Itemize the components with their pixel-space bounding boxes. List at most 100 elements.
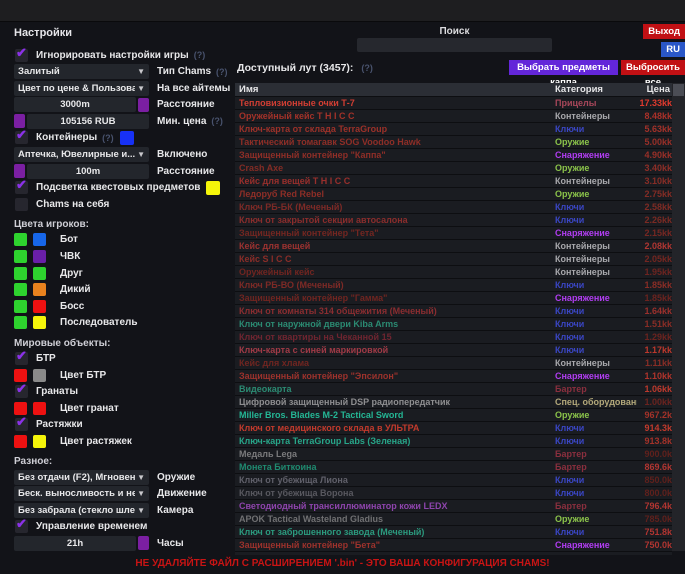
dropdown[interactable]: Без отдачи (F2), Мгновенное п▼ [14,470,149,485]
table-row[interactable]: Защищенный контейнер "Каппа"Снаряжение4.… [235,148,672,161]
table-row[interactable]: Ключ РБ-ВО (Меченый)Ключи1.85kk [235,278,672,291]
color-swatch[interactable] [14,250,27,263]
color-swatch[interactable] [138,98,149,112]
color-swatch[interactable] [206,181,220,195]
settings-row: 3000mРасстояние [14,98,230,112]
color-swatch[interactable] [33,233,46,246]
table-row[interactable]: Кейс S I C CКонтейнеры2.05kk [235,252,672,265]
table-row[interactable]: Кейс для вещей T H I C CКонтейнеры3.10kk [235,174,672,187]
checkbox[interactable] [15,181,28,194]
table-row[interactable]: Светодиодный трансиллюминатор кожи LEDXБ… [235,499,672,512]
checkbox[interactable] [15,352,28,365]
dropdown[interactable]: Беск. выносливость и нет уста▼ [14,486,149,501]
table-row[interactable]: Ключ от убежища ВоронаКлючи800.0k [235,486,672,499]
table-row[interactable]: Защищенный контейнер "Тета"Снаряжение2.1… [235,226,672,239]
checkbox[interactable] [15,198,28,211]
item-name: Crash Axe [235,163,555,173]
item-price: 2.26kk [637,215,672,225]
table-row[interactable]: Ключ-карта TerraGroup Labs (Зеленая)Ключ… [235,434,672,447]
color-swatch[interactable] [33,435,46,448]
table-row[interactable]: Ключ от квартиры на Чеканной 15Ключи1.29… [235,330,672,343]
color-swatch[interactable] [14,316,27,329]
table-row[interactable]: Ключ от комнаты 314 общежития (Меченый)К… [235,304,672,317]
table-row[interactable]: Ключ РБ-БК (Меченый)Ключи2.58kk [235,200,672,213]
table-scrollbar[interactable] [672,83,685,551]
drop-all-button[interactable]: Выбросить все [621,60,685,75]
color-swatch[interactable] [14,369,27,382]
color-swatch[interactable] [33,369,46,382]
table-row[interactable]: Медаль LegaБартер900.0k [235,447,672,460]
color-swatch[interactable] [33,316,46,329]
table-row[interactable]: Защищенный контейнер "Гамма"Снаряжение1.… [235,291,672,304]
column-category[interactable]: Категория [555,84,637,95]
language-button[interactable]: RU [661,42,685,57]
text-input[interactable]: 105156 RUB [27,114,149,129]
text-input[interactable]: 21h [14,536,136,551]
color-swatch[interactable] [14,233,27,246]
table-row[interactable]: Ключ от закрытой секции автосалонаКлючи2… [235,213,672,226]
table-row[interactable]: Защищенный контейнер "Эпсилон"Снаряжение… [235,369,672,382]
input-group: 105156 RUB [14,114,149,129]
table-row[interactable]: Ключ от заброшенного завода (Меченый)Клю… [235,525,672,538]
color-swatch[interactable] [120,131,134,145]
checkbox[interactable] [15,385,28,398]
color-swatch[interactable] [14,114,25,128]
color-swatch[interactable] [14,300,27,313]
table-row[interactable]: Ключ-карта с синей маркировкойКлючи1.17k… [235,343,672,356]
table-row[interactable]: Кейс для хламаКонтейнеры1.11kk [235,356,672,369]
table-row[interactable]: Оружейный кейсКонтейнеры1.95kk [235,265,672,278]
table-row[interactable]: Ключ от убежища ЛионаКлючи850.0k [235,473,672,486]
table-row[interactable]: Miller Bros. Blades M-2 Tactical SwordОр… [235,408,672,421]
dropdown[interactable]: Без забрала (стекло шлема)▼ [14,503,149,518]
select-kappa-items-button[interactable]: Выбрать предметы каппа [509,60,618,75]
text-input[interactable]: 100m [27,164,149,179]
table-row[interactable]: Кейс для вещейКонтейнеры2.08kk [235,239,672,252]
table-row[interactable]: Монета БиткоинаБартер869.6k [235,460,672,473]
dropdown[interactable]: Залитый▼ [14,64,149,79]
color-swatch[interactable] [33,250,46,263]
table-row[interactable]: Защищенный контейнер "Бета"Снаряжение750… [235,538,672,551]
table-row[interactable]: Ледоруб Red RebelОружие2.75kk [235,187,672,200]
table-row[interactable]: Тактический томагавк SOG Voodoo HawkОруж… [235,135,672,148]
table-row[interactable]: APOK Tactical Wasteland GladiusОружие785… [235,512,672,525]
column-price[interactable]: Цена [637,84,672,95]
table-row[interactable]: Ключ-карта от склада TerraGroupКлючи5.63… [235,122,672,135]
text-input[interactable]: 3000m [14,97,136,112]
table-row[interactable]: Ключ от наружной двери Kiba ArmsКлючи1.5… [235,317,672,330]
color-swatch[interactable] [33,300,46,313]
color-swatch[interactable] [14,402,27,415]
item-price: 1.95kk [637,267,672,277]
item-name: Ключ-карта с синей маркировкой [235,345,555,355]
color-swatch[interactable] [14,164,25,178]
search-input[interactable] [357,38,552,52]
dropdown[interactable]: Аптечка, Ювелирные и...▼ [14,147,149,162]
color-swatch[interactable] [14,267,27,280]
item-name: Ключ от убежища Ворона [235,488,555,498]
table-row[interactable]: Crash AxeОружие3.40kk [235,161,672,174]
color-swatch[interactable] [33,267,46,280]
color-swatch[interactable] [14,283,27,296]
dropdown-label: Камера [157,505,193,516]
exit-button[interactable]: Выход [643,24,685,39]
scrollbar-thumb[interactable] [673,84,684,96]
settings-row: Игнорировать настройки игры(?) [14,48,230,62]
color-label: Последователь [60,317,138,328]
color-swatch[interactable] [138,536,149,550]
checkbox[interactable] [15,520,28,533]
checkbox[interactable] [15,418,28,431]
color-swatch[interactable] [14,435,27,448]
item-price: 3.10kk [637,176,672,186]
column-name[interactable]: Имя [235,84,555,95]
table-row[interactable]: Тепловизионные очки Т-7Прицелы17.33kk [235,96,672,109]
table-row[interactable]: Ключ от медицинского склада в УЛЬТРАКлюч… [235,421,672,434]
color-swatch[interactable] [33,283,46,296]
checkbox[interactable] [15,49,28,62]
item-name: APOK Tactical Wasteland Gladius [235,514,555,524]
table-row[interactable]: Оружейный кейс T H I C CКонтейнеры8.48kk [235,109,672,122]
table-row[interactable]: ВидеокартаБартер1.06kk [235,382,672,395]
color-swatch[interactable] [33,402,46,415]
dropdown[interactable]: Цвет по цене & Пользователь▼ [14,81,149,96]
checkbox[interactable] [15,131,28,144]
table-row[interactable]: Цифровой защищенный DSP радиопередатчикС… [235,395,672,408]
item-category: Прицелы [555,98,637,108]
